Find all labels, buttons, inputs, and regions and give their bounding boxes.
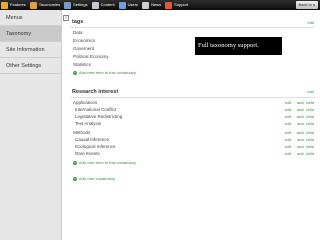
add-term-link[interactable]: + Add new term to this vocabulary bbox=[73, 160, 136, 165]
nav-item-support[interactable]: Support bbox=[164, 0, 190, 10]
add-vocabulary-label: Add new vocabulary bbox=[79, 176, 116, 181]
add-term-link[interactable]: + Add new term to this vocabulary bbox=[73, 70, 136, 75]
newspaper-icon bbox=[142, 1, 150, 9]
nav-item-content[interactable]: Content bbox=[91, 0, 117, 10]
nav-label: Settings bbox=[73, 2, 88, 7]
user-icon bbox=[118, 1, 126, 9]
plus-icon: + bbox=[73, 176, 77, 181]
add-vocabulary-link[interactable]: + Add new vocabulary bbox=[73, 176, 115, 181]
sidebar-item-menus[interactable]: Menus bbox=[0, 10, 61, 26]
vocabulary-title: Research interest bbox=[72, 89, 119, 95]
term-item[interactable]: Rare Events bbox=[75, 151, 100, 156]
help-icon[interactable]: ? bbox=[63, 15, 69, 21]
nav-item-taxonomies[interactable]: Taxonomies bbox=[29, 0, 62, 10]
lifebuoy-icon bbox=[165, 1, 173, 9]
nav-label: Content bbox=[100, 2, 115, 7]
nav-label: Support bbox=[174, 2, 189, 7]
vocabulary-edit-link[interactable]: edit bbox=[308, 89, 314, 94]
divider bbox=[70, 97, 315, 98]
term-actions[interactable]: edit · add child bbox=[285, 107, 314, 112]
gear-icon bbox=[64, 1, 72, 9]
add-term-label: Add new term to this vocabulary bbox=[79, 70, 136, 75]
top-nav-bar: Features Taxonomies Settings Content Use… bbox=[0, 0, 320, 10]
term-item[interactable]: Legislative Redistricting bbox=[75, 114, 122, 119]
tags-icon bbox=[29, 1, 37, 9]
term-item[interactable]: International Conflict bbox=[75, 107, 116, 112]
term-actions[interactable]: edit · add child bbox=[285, 121, 314, 126]
term-item[interactable]: Causal Inference bbox=[75, 137, 109, 142]
plus-icon: + bbox=[73, 160, 77, 165]
nav-item-news[interactable]: News bbox=[141, 0, 163, 10]
nav-label: News bbox=[151, 2, 162, 7]
star-icon bbox=[1, 1, 8, 9]
add-term-label: Add new term to this vocabulary bbox=[79, 160, 136, 165]
term-actions[interactable]: edit · add child bbox=[285, 137, 314, 142]
sidebar-item-site-information[interactable]: Site Information bbox=[0, 42, 61, 58]
nav-label: Features bbox=[10, 2, 26, 7]
term-item[interactable]: Economics bbox=[73, 38, 95, 43]
feature-callout: Full taxonomy support. bbox=[195, 37, 282, 55]
nav-item-users[interactable]: Users bbox=[118, 0, 140, 10]
term-actions[interactable]: edit · add child bbox=[285, 100, 314, 105]
sidebar-item-taxonomy[interactable]: Taxonomy bbox=[0, 26, 61, 42]
back-to-site-button[interactable]: Back to s bbox=[295, 1, 318, 9]
term-item[interactable]: Governent bbox=[73, 46, 94, 51]
taxonomy-panel: ? tags edit Data Economics Governent Pol… bbox=[62, 10, 320, 240]
term-actions[interactable]: edit · add child bbox=[285, 130, 314, 135]
sidebar-item-other-settings[interactable]: Other Settings bbox=[0, 58, 61, 74]
term-actions[interactable]: edit · add child bbox=[285, 114, 314, 119]
plus-icon: + bbox=[73, 70, 77, 75]
term-actions[interactable]: edit · add child bbox=[285, 144, 314, 149]
term-item[interactable]: Methods bbox=[73, 130, 90, 135]
divider bbox=[70, 27, 315, 28]
term-actions[interactable]: edit · add child bbox=[285, 151, 314, 156]
term-item[interactable]: Text Analysis bbox=[75, 121, 101, 126]
nav-label: Users bbox=[127, 2, 139, 7]
nav-item-features[interactable]: Features bbox=[0, 0, 28, 10]
vocabulary-edit-link[interactable]: edit bbox=[308, 20, 314, 25]
term-item[interactable]: Ecological Inference bbox=[75, 144, 116, 149]
nav-label: Taxonomies bbox=[38, 2, 61, 7]
term-item[interactable]: Political Economy bbox=[73, 54, 109, 59]
vocabulary-title: tags bbox=[72, 19, 84, 25]
term-item[interactable]: Statistics bbox=[73, 62, 91, 67]
term-item[interactable]: Applications bbox=[73, 100, 97, 105]
document-icon bbox=[91, 1, 99, 9]
nav-item-settings[interactable]: Settings bbox=[63, 0, 89, 10]
term-item[interactable]: Data bbox=[73, 30, 83, 35]
sidebar: Menus Taxonomy Site Information Other Se… bbox=[0, 10, 62, 240]
